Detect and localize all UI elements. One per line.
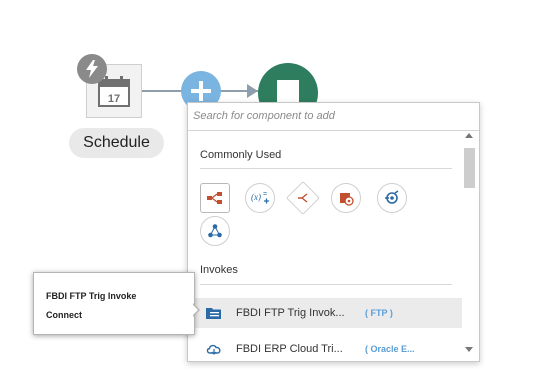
assign-variable-icon: (x) = [251,191,269,204]
scroll-thumb[interactable] [464,148,475,188]
divider [200,284,452,285]
calendar-day-text: 17 [108,93,120,105]
switch-component-button[interactable] [286,181,320,215]
assign-component-button[interactable]: (x) = [245,183,275,213]
invoke-item-name: FBDI ERP Cloud Tri... [236,343,343,355]
svg-text:(x): (x) [251,192,261,202]
scroll-up-arrow-icon[interactable] [465,133,473,138]
schedule-label: Schedule [69,128,164,158]
switch-icon [298,193,308,203]
divider [200,168,452,169]
plus-icon [191,81,211,101]
map-icon [207,192,222,204]
for-each-component-button[interactable] [377,183,407,213]
for-each-icon [385,190,399,204]
lightning-icon [86,60,98,78]
map-component-button[interactable] [200,183,230,213]
search-input[interactable] [193,107,463,125]
integration-icon [208,224,222,238]
stage-file-icon [340,193,354,206]
add-component-panel: Commonly Used (x) = [187,102,480,362]
scroll-down-arrow-icon[interactable] [465,347,473,352]
invoke-tooltip: FBDI FTP Trig Invoke Connect [33,272,195,335]
section-title-commonly-used: Commonly Used [200,149,282,161]
invoke-item-name: FBDI FTP Trig Invok... [236,307,345,319]
search-bar [188,103,479,131]
integration-component-button[interactable] [200,216,230,246]
panel-scrollbar[interactable] [462,128,478,361]
cloud-icon [206,344,221,355]
section-title-invokes: Invokes [200,264,238,276]
invoke-item-ftp[interactable]: FBDI FTP Trig Invok... ( FTP ) [188,298,462,328]
tooltip-connect-link[interactable]: Connect [46,310,82,320]
svg-text:=: = [263,191,267,198]
tooltip-pointer-fill [192,304,198,316]
flow-arrow-head [247,84,258,98]
invoke-item-type: ( FTP ) [365,308,393,318]
trigger-badge [77,54,107,84]
invoke-item-erp-cloud[interactable]: FBDI ERP Cloud Tri... ( Oracle E... [188,334,462,361]
stage-file-component-button[interactable] [331,183,361,213]
tooltip-title: FBDI FTP Trig Invoke [46,291,137,301]
ftp-folder-icon [206,308,221,319]
invoke-item-type: ( Oracle E... [365,344,415,354]
